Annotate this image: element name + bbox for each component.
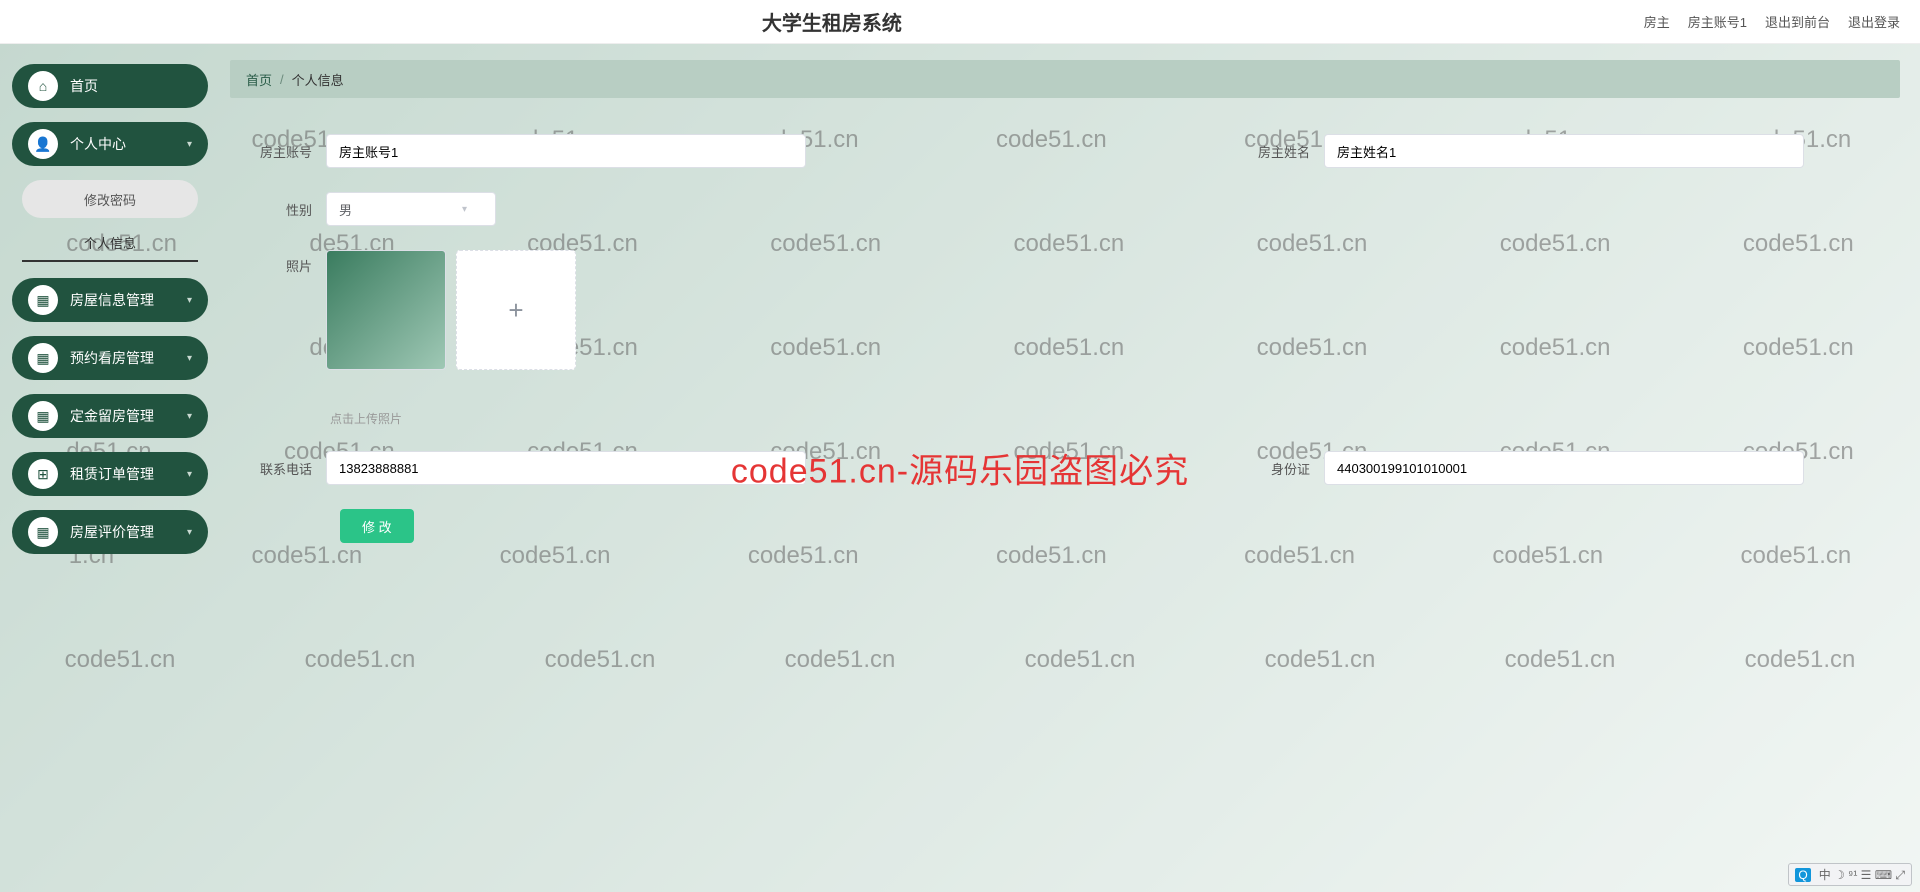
ime-bar: Q 中 ☽ ⁹¹ ☰ ⌨ ⤢ bbox=[1788, 863, 1912, 886]
app-title: 大学生租房系统 bbox=[20, 7, 1644, 36]
name-label: 房主姓名 bbox=[1244, 142, 1324, 161]
sidebar-item-house-info[interactable]: ▦ 房屋信息管理 ▾ bbox=[12, 278, 208, 322]
account-label: 房主账号 bbox=[246, 142, 326, 161]
ime-text: 中 ☽ ⁹¹ ☰ ⌨ ⤢ bbox=[1819, 866, 1905, 883]
sidebar-menu4-label: 房屋评价管理 bbox=[70, 522, 187, 542]
home-icon: ⌂ bbox=[28, 71, 58, 101]
sidebar-personal-label: 个人中心 bbox=[70, 134, 187, 154]
breadcrumb-home[interactable]: 首页 bbox=[246, 70, 272, 89]
sidebar-item-personal[interactable]: 👤 个人中心 ▾ bbox=[12, 122, 208, 166]
photo-label: 照片 bbox=[246, 250, 326, 275]
breadcrumb-separator: / bbox=[280, 72, 284, 87]
breadcrumb: 首页 / 个人信息 bbox=[230, 60, 1900, 98]
sidebar-item-deposit[interactable]: ▦ 定金留房管理 ▾ bbox=[12, 394, 208, 438]
user-icon: 👤 bbox=[28, 129, 58, 159]
chevron-down-icon: ▾ bbox=[187, 353, 192, 364]
chevron-down-icon: ▾ bbox=[187, 295, 192, 306]
chevron-down-icon: ▾ bbox=[187, 527, 192, 538]
name-input[interactable] bbox=[1324, 134, 1804, 168]
sidebar-item-rental-order[interactable]: ⊞ 租赁订单管理 ▾ bbox=[12, 452, 208, 496]
gender-value: 男 bbox=[339, 200, 352, 219]
ticket-icon: ⊞ bbox=[28, 459, 58, 489]
account-input[interactable] bbox=[326, 134, 806, 168]
gender-select[interactable]: 男 ▾ bbox=[326, 192, 496, 226]
chevron-down-icon: ▾ bbox=[462, 204, 467, 215]
sidebar: ⌂ 首页 👤 个人中心 ▾ 修改密码 个人信息 ▦ 房屋信息管理 ▾ ▦ 预约看… bbox=[0, 44, 220, 892]
breadcrumb-current: 个人信息 bbox=[292, 70, 344, 89]
id-input[interactable] bbox=[1324, 451, 1804, 485]
upload-hint: 点击上传照片 bbox=[326, 410, 576, 427]
user-account[interactable]: 房主账号1 bbox=[1688, 12, 1747, 31]
exit-front-link[interactable]: 退出到前台 bbox=[1765, 12, 1830, 31]
sidebar-sub-profile[interactable]: 个人信息 bbox=[22, 224, 198, 262]
form-card: 房主账号 房主姓名 性别 男 ▾ bbox=[230, 110, 1900, 876]
sidebar-item-appointment[interactable]: ▦ 预约看房管理 ▾ bbox=[12, 336, 208, 380]
logout-link[interactable]: 退出登录 bbox=[1848, 12, 1900, 31]
id-label: 身份证 bbox=[1244, 459, 1324, 478]
photo-thumbnail[interactable] bbox=[326, 250, 446, 370]
sidebar-menu1-label: 预约看房管理 bbox=[70, 348, 187, 368]
submit-button[interactable]: 修 改 bbox=[340, 509, 414, 543]
sidebar-menu0-label: 房屋信息管理 bbox=[70, 290, 187, 310]
grid-icon: ▦ bbox=[28, 401, 58, 431]
header-right: 房主 房主账号1 退出到前台 退出登录 bbox=[1644, 12, 1900, 31]
gender-label: 性别 bbox=[246, 200, 326, 219]
chevron-down-icon: ▾ bbox=[187, 139, 192, 150]
sidebar-menu3-label: 租赁订单管理 bbox=[70, 464, 187, 484]
photo-upload-add[interactable]: + bbox=[456, 250, 576, 370]
phone-label: 联系电话 bbox=[246, 459, 326, 478]
grid-icon: ▦ bbox=[28, 285, 58, 315]
grid-icon: ▦ bbox=[28, 343, 58, 373]
ime-icon: Q bbox=[1795, 868, 1810, 882]
user-role: 房主 bbox=[1644, 12, 1670, 31]
sidebar-item-review[interactable]: ▦ 房屋评价管理 ▾ bbox=[12, 510, 208, 554]
sidebar-home-label: 首页 bbox=[70, 76, 192, 96]
sidebar-item-home[interactable]: ⌂ 首页 bbox=[12, 64, 208, 108]
sidebar-sub-change-password[interactable]: 修改密码 bbox=[22, 180, 198, 218]
grid-icon: ▦ bbox=[28, 517, 58, 547]
chevron-down-icon: ▾ bbox=[187, 411, 192, 422]
app-header: 大学生租房系统 房主 房主账号1 退出到前台 退出登录 bbox=[0, 0, 1920, 44]
watermark-big: code51.cn-源码乐园盗图必究 bbox=[731, 444, 1189, 493]
chevron-down-icon: ▾ bbox=[187, 469, 192, 480]
sidebar-menu2-label: 定金留房管理 bbox=[70, 406, 187, 426]
